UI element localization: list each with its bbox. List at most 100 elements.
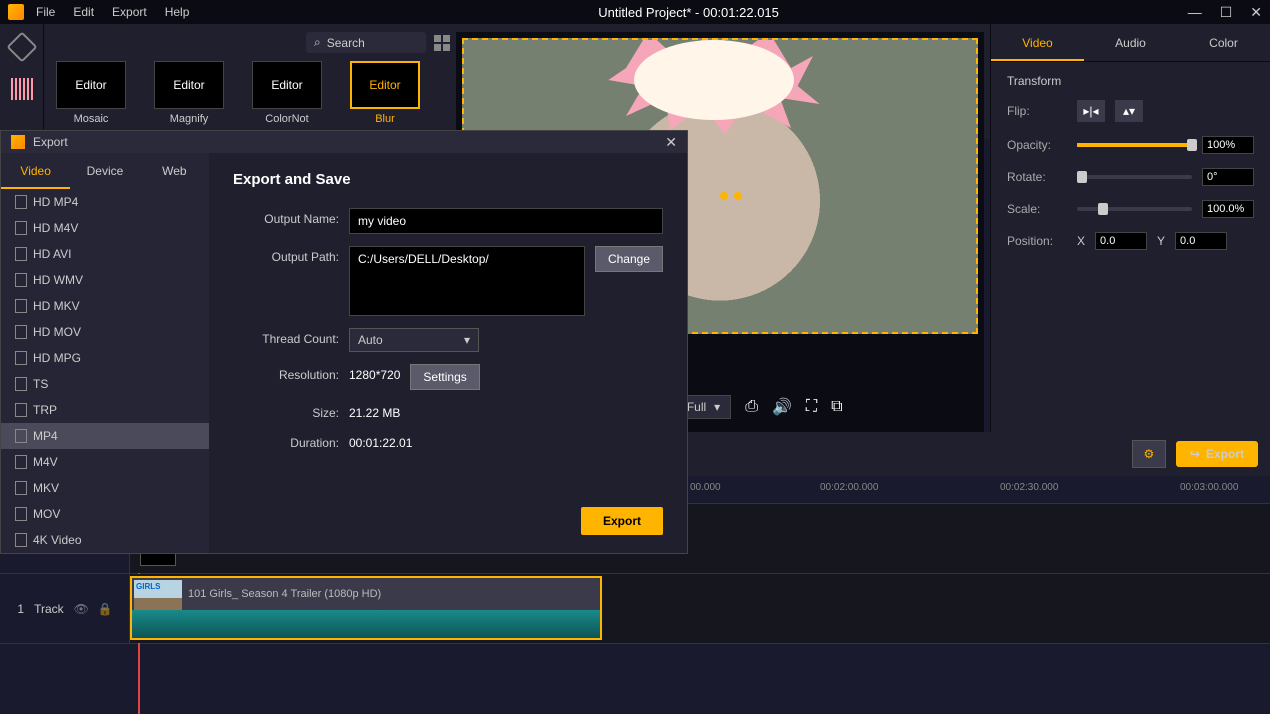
resolution-label: Resolution: (233, 364, 339, 382)
export-tab-video[interactable]: Video (1, 153, 70, 189)
thread-count-select[interactable]: Auto▾ (349, 328, 479, 352)
editor-colornot[interactable]: EditorColorNot (252, 61, 322, 125)
chevron-down-icon: ▾ (714, 400, 720, 414)
pos-y-input[interactable]: 0.0 (1175, 232, 1227, 250)
format-hd-wmv[interactable]: HD WMV (1, 267, 209, 293)
format-ts[interactable]: TS (1, 371, 209, 397)
volume-icon[interactable]: 🔊 (772, 397, 792, 417)
fullscreen-icon[interactable]: ⛶ (806, 398, 817, 416)
format-list[interactable]: HD MP4HD M4VHD AVIHD WMVHD MKVHD MOVHD M… (1, 189, 209, 553)
rotate-value[interactable]: 0° (1202, 168, 1254, 186)
output-name-input[interactable] (349, 208, 663, 234)
dialog-title: Export (33, 135, 68, 149)
search-input[interactable]: ⌕ Search (306, 32, 426, 53)
titlebar: File Edit Export Help Untitled Project* … (0, 0, 1270, 24)
scale-label: Scale: (1007, 202, 1067, 216)
track-label: Track (34, 602, 64, 616)
clip-waveform (132, 610, 600, 638)
properties-panel: Video Audio Color Transform Flip: ▸|◂ ▴▾… (990, 24, 1270, 432)
format-mkv[interactable]: MKV (1, 475, 209, 501)
change-button[interactable]: Change (595, 246, 663, 272)
format-hd-avi[interactable]: HD AVI (1, 241, 209, 267)
format-mp4[interactable]: MP4 (1, 423, 209, 449)
render-icon[interactable]: ⚙ (1132, 440, 1166, 468)
scale-slider[interactable] (1077, 207, 1192, 211)
format-hd-mov[interactable]: HD MOV (1, 319, 209, 345)
duration-label: Duration: (233, 432, 339, 450)
resolution-value: 1280*720 (349, 364, 400, 382)
track-number: 1 (17, 602, 24, 616)
settings-button[interactable]: Settings (410, 364, 479, 390)
format-hd-mp4[interactable]: HD MP4 (1, 189, 209, 215)
track-1-body[interactable]: GIRLS 101 Girls_ Season 4 Trailer (1080p… (130, 574, 1270, 643)
menu-help[interactable]: Help (165, 5, 190, 19)
detach-icon[interactable]: ⧉ (831, 398, 842, 416)
menu-export[interactable]: Export (112, 5, 147, 19)
video-clip[interactable]: GIRLS 101 Girls_ Season 4 Trailer (1080p… (130, 576, 602, 640)
tab-color[interactable]: Color (1177, 24, 1270, 61)
size-value: 21.22 MB (349, 402, 400, 420)
layers-icon[interactable] (6, 31, 37, 62)
format-trp[interactable]: TRP (1, 397, 209, 423)
export-confirm-button[interactable]: Export (581, 507, 663, 535)
ruler-tick: 00:03:00.000 (1180, 482, 1238, 493)
maximize-icon[interactable]: ☐ (1220, 4, 1233, 21)
size-label: Size: (233, 402, 339, 420)
selection-handle[interactable] (720, 192, 728, 200)
search-placeholder: Search (327, 36, 365, 50)
track-1: 1 Track 👁 🔒 GIRLS 101 Girls_ Season 4 Tr… (0, 574, 1270, 644)
ruler-tick: 00.000 (690, 482, 721, 493)
export-tab-device[interactable]: Device (70, 153, 139, 189)
minimize-icon[interactable]: — (1188, 4, 1202, 21)
format-mov[interactable]: MOV (1, 501, 209, 527)
flip-horizontal-icon[interactable]: ▸|◂ (1077, 100, 1105, 122)
export-button[interactable]: ↪ Export (1176, 441, 1258, 467)
audio-icon[interactable] (11, 78, 33, 100)
editor-blur[interactable]: EditorBlur (350, 61, 420, 125)
close-icon[interactable]: ✕ (665, 134, 677, 151)
duration-value: 00:01:22.01 (349, 432, 412, 450)
main-menu: File Edit Export Help (36, 5, 189, 19)
format-hd-mpg[interactable]: HD MPG (1, 345, 209, 371)
menu-file[interactable]: File (36, 5, 55, 19)
format-hd-m4v[interactable]: HD M4V (1, 215, 209, 241)
grid-view-icon[interactable] (434, 35, 450, 51)
scale-value[interactable]: 100.0% (1202, 200, 1254, 218)
position-label: Position: (1007, 234, 1067, 248)
clip-label: 101 Girls_ Season 4 Trailer (1080p HD) (188, 588, 381, 600)
app-logo-icon (8, 4, 24, 20)
lock-icon[interactable]: 🔒 (98, 602, 112, 616)
rotate-slider[interactable] (1077, 175, 1192, 179)
editor-magnify[interactable]: EditorMagnify (154, 61, 224, 125)
editor-mosaic[interactable]: EditorMosaic (56, 61, 126, 125)
tab-audio[interactable]: Audio (1084, 24, 1177, 61)
output-path-label: Output Path: (233, 246, 339, 264)
format-4k-video[interactable]: 4K Video (1, 527, 209, 553)
pos-x-label: X (1077, 234, 1085, 248)
output-path-input[interactable]: C:/Users/DELL/Desktop/ (349, 246, 585, 316)
selection-handle[interactable] (734, 192, 742, 200)
export-dialog: Export ✕ Video Device Web HD MP4HD M4VHD… (0, 130, 688, 554)
dialog-sidebar: Video Device Web HD MP4HD M4VHD AVIHD WM… (1, 153, 209, 553)
ruler-tick: 00:02:00.000 (820, 482, 878, 493)
speech-bubble-overlay[interactable] (604, 38, 824, 140)
left-rail (0, 24, 44, 139)
export-tab-web[interactable]: Web (140, 153, 209, 189)
flip-vertical-icon[interactable]: ▴▾ (1115, 100, 1143, 122)
menu-edit[interactable]: Edit (73, 5, 94, 19)
format-m4v[interactable]: M4V (1, 449, 209, 475)
format-hd-mkv[interactable]: HD MKV (1, 293, 209, 319)
opacity-value[interactable]: 100% (1202, 136, 1254, 154)
thread-count-label: Thread Count: (233, 328, 339, 346)
dialog-titlebar[interactable]: Export ✕ (1, 131, 687, 153)
visibility-icon[interactable]: 👁 (74, 602, 88, 616)
tab-video[interactable]: Video (991, 24, 1084, 61)
chevron-down-icon: ▾ (464, 333, 470, 347)
opacity-slider[interactable] (1077, 143, 1192, 147)
snapshot-icon[interactable]: ⎙ (745, 398, 758, 416)
pos-x-input[interactable]: 0.0 (1095, 232, 1147, 250)
app-logo-icon (11, 135, 25, 149)
ruler-tick: 00:02:30.000 (1000, 482, 1058, 493)
dialog-heading: Export and Save (233, 171, 663, 188)
close-icon[interactable]: ✕ (1250, 4, 1262, 21)
